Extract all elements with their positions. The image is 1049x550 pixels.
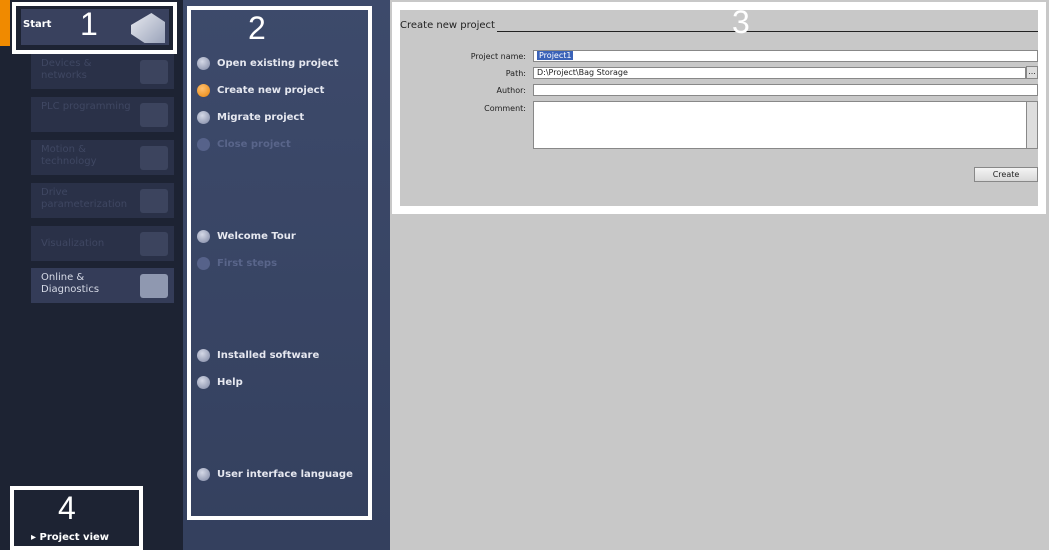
tile-label: Visualization bbox=[41, 238, 105, 249]
portal-tile: Drive parameterization bbox=[31, 183, 174, 218]
annotation-box-2 bbox=[187, 6, 372, 520]
portal-tile[interactable]: Online & Diagnostics bbox=[31, 268, 174, 303]
devices-icon bbox=[140, 60, 168, 84]
tile-label: Motion & technology bbox=[41, 144, 97, 167]
portal-tile: PLC programming bbox=[31, 97, 174, 132]
tile-label: PLC programming bbox=[41, 101, 131, 112]
annotation-box-4 bbox=[10, 486, 143, 550]
annotation-2: 2 bbox=[248, 10, 266, 46]
active-indicator bbox=[0, 0, 10, 46]
hmi-icon bbox=[140, 232, 168, 256]
annotation-3: 3 bbox=[732, 4, 750, 40]
tile-label: Devices & networks bbox=[41, 58, 92, 81]
portal-tile: Devices & networks bbox=[31, 54, 174, 89]
plc-icon bbox=[140, 103, 168, 127]
screwdriver-icon bbox=[140, 274, 168, 298]
gear-icon bbox=[140, 146, 168, 170]
portal-tile: Motion & technology bbox=[31, 140, 174, 175]
annotation-1: 1 bbox=[80, 6, 98, 42]
drive-icon bbox=[140, 189, 168, 213]
annotation-box-3 bbox=[392, 2, 1046, 214]
portal-tile: Visualization bbox=[31, 226, 174, 261]
tile-label: Online & Diagnostics bbox=[41, 272, 100, 295]
tile-label: Drive parameterization bbox=[41, 187, 128, 210]
annotation-4: 4 bbox=[58, 490, 76, 526]
